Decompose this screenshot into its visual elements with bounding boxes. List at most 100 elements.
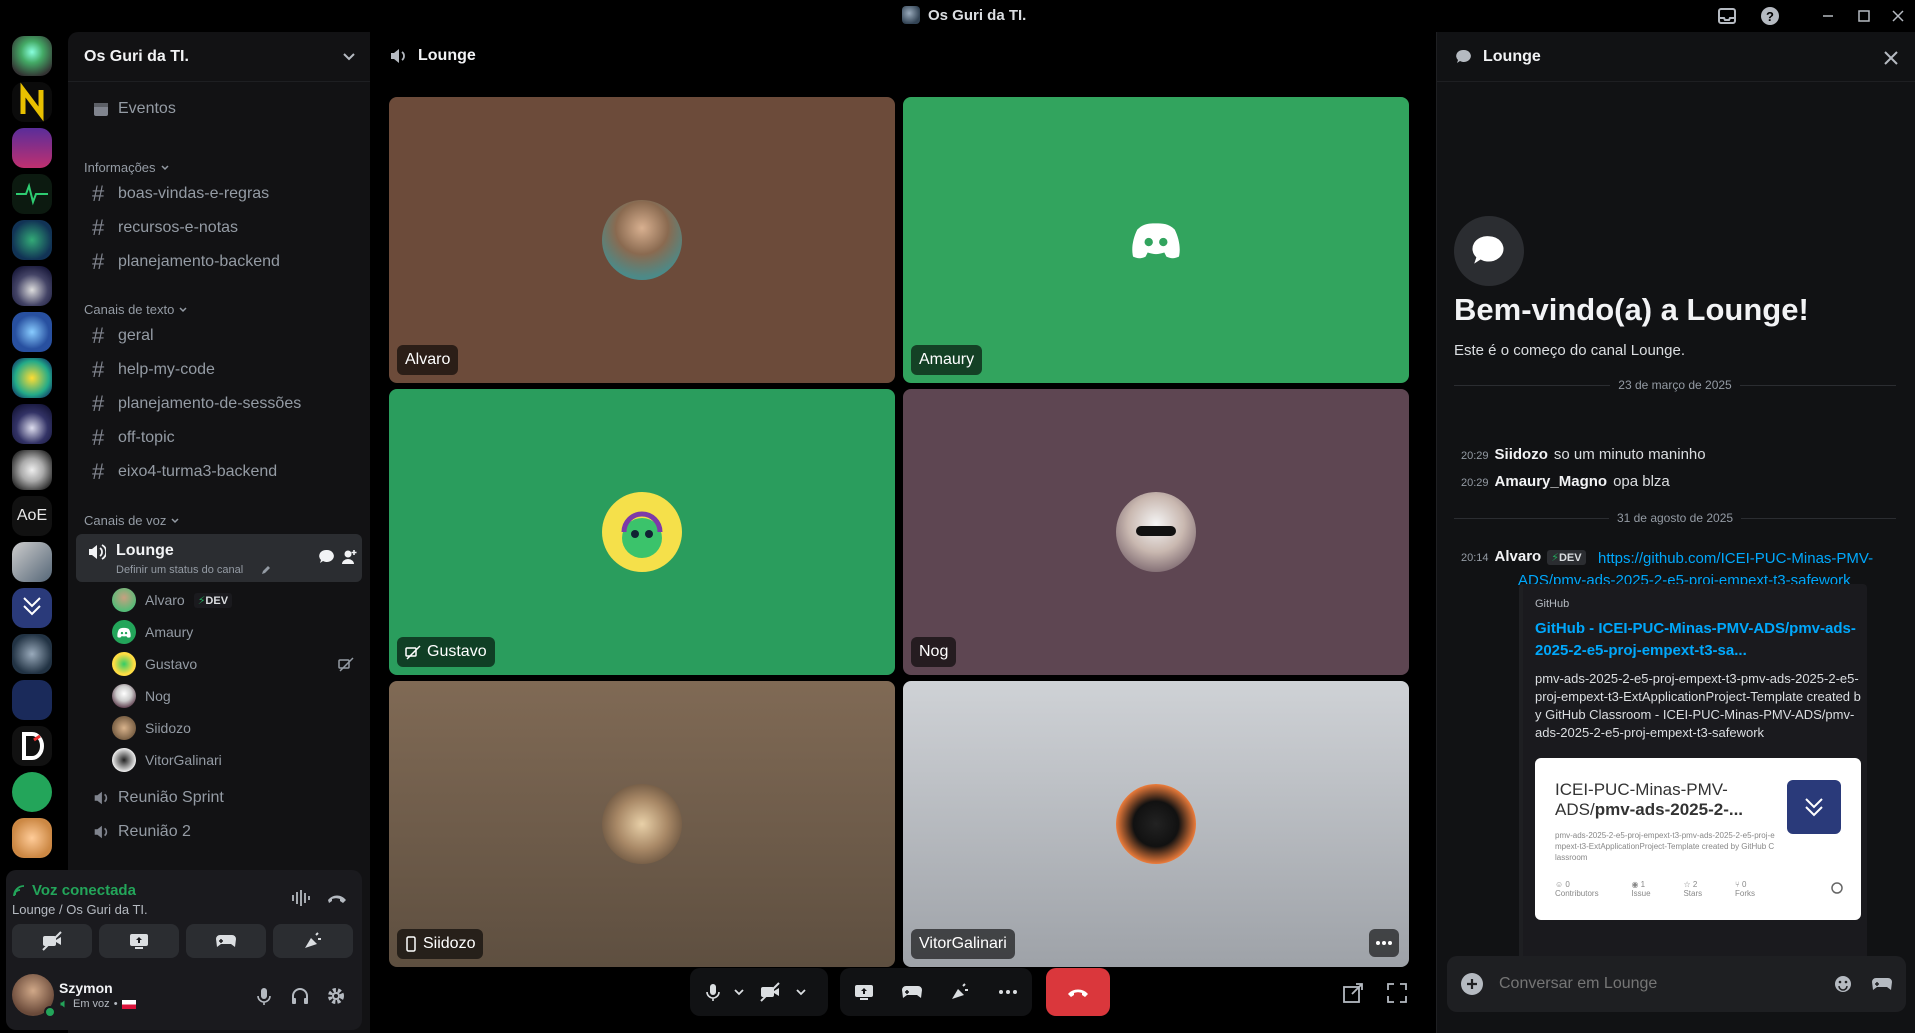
message-author[interactable]: Siidozo (1495, 446, 1548, 463)
close-icon[interactable] (1883, 50, 1899, 66)
events-item[interactable]: Eventos (76, 93, 362, 125)
speaker-icon (60, 1000, 65, 1008)
close-window-icon[interactable] (1888, 6, 1908, 26)
hash-icon: # (92, 181, 105, 206)
channel-text-5[interactable]: # eixo4-turma3-backend (76, 456, 362, 488)
server-icon-7[interactable] (12, 312, 52, 352)
date-divider: 23 de março de 2025 (1454, 378, 1896, 392)
server-icon-puc[interactable] (12, 588, 52, 628)
embed-title[interactable]: GitHub - ICEI-PUC-Minas-PMV-ADS/pmv-ads-… (1535, 618, 1861, 662)
server-icon-6[interactable] (12, 266, 52, 306)
participant-tile-alvaro[interactable]: Alvaro (389, 97, 895, 383)
chat-header-title: Lounge (1483, 47, 1541, 65)
fullscreen-icon[interactable] (1386, 982, 1408, 1004)
calendar-icon (94, 103, 108, 116)
activities-button[interactable] (186, 924, 266, 958)
message-author[interactable]: Amaury_Magno (1495, 473, 1608, 490)
voice-member[interactable]: Alvaro ⚡DEV (112, 586, 352, 614)
minimize-icon[interactable] (1818, 6, 1838, 26)
voice-channel-sprint[interactable]: Reunião Sprint (76, 782, 362, 814)
participant-avatar (1116, 200, 1196, 280)
gamepad-icon[interactable] (1871, 975, 1893, 993)
pencil-icon[interactable] (260, 564, 272, 576)
soundboard-control[interactable] (936, 968, 984, 1016)
server-icon-8[interactable] (12, 358, 52, 398)
emoji-icon[interactable] (1833, 974, 1853, 994)
guild-header[interactable]: Os Guri da TI. (68, 32, 370, 82)
activities-control[interactable] (888, 968, 936, 1016)
maximize-icon[interactable] (1854, 6, 1874, 26)
add-user-icon[interactable] (340, 548, 358, 566)
server-icon-pulse[interactable] (12, 174, 52, 214)
add-attachment-button[interactable] (1461, 973, 1483, 995)
gear-icon[interactable] (326, 986, 346, 1006)
channel-text-1[interactable]: # geral (76, 320, 362, 352)
participant-tile-siidozo[interactable]: Siidozo (389, 681, 895, 967)
more-actions-control[interactable] (984, 968, 1032, 1016)
participant-tile-amaury[interactable]: Amaury (903, 97, 1409, 383)
channel-info-2[interactable]: # recursos-e-notas (76, 212, 362, 244)
member-avatar (112, 652, 136, 676)
voice-member[interactable]: Amaury (112, 618, 352, 646)
embed-image-card[interactable]: ICEI-PUC-Minas-PMV-ADS/pmv-ads-2025-2-..… (1535, 758, 1861, 920)
headphones-icon[interactable] (290, 986, 310, 1006)
pop-out-icon[interactable] (1342, 982, 1364, 1004)
chat-message: 20:29 Siidozo so um minuto maninho (1461, 446, 1706, 463)
participant-tile-vitorgalinari[interactable]: VitorGalinari (903, 681, 1409, 967)
server-icon-n[interactable] (12, 82, 52, 122)
server-icon-d[interactable] (12, 726, 52, 766)
server-icon-dnd[interactable] (12, 128, 52, 168)
category-info[interactable]: Informações (84, 160, 170, 175)
voice-member[interactable]: Siidozo (112, 714, 352, 742)
help-icon[interactable]: ? (1760, 6, 1780, 26)
stage-header: Lounge (388, 46, 476, 66)
voice-channel-lounge[interactable]: Lounge Definir um status do canal (76, 534, 362, 582)
mute-button[interactable] (698, 968, 728, 1016)
disconnect-icon[interactable] (326, 890, 348, 906)
channel-info-1[interactable]: # boas-vindas-e-regras (76, 178, 362, 210)
server-icon-17[interactable] (12, 772, 52, 812)
server-icon-5[interactable] (12, 220, 52, 260)
stat-label: Contributors (1555, 889, 1599, 898)
channel-text-4[interactable]: # off-topic (76, 422, 362, 454)
voice-member[interactable]: VitorGalinari (112, 746, 352, 774)
voice-member[interactable]: Gustavo (112, 650, 354, 678)
server-icon-12[interactable] (12, 542, 52, 582)
camera-button[interactable] (750, 968, 790, 1016)
participant-tile-nog[interactable]: Nog (903, 389, 1409, 675)
voice-member[interactable]: Nog (112, 682, 352, 710)
member-name: VitorGalinari (145, 752, 222, 768)
server-icon-1[interactable] (12, 36, 52, 76)
channel-text-3[interactable]: # planejamento-de-sessões (76, 388, 362, 420)
username[interactable]: Szymon (59, 980, 113, 996)
chat-input[interactable] (1499, 970, 1799, 998)
chat-bubble-icon[interactable] (318, 548, 336, 566)
channel-text-2[interactable]: # help-my-code (76, 354, 362, 386)
server-icon-9[interactable] (12, 404, 52, 444)
category-voice[interactable]: Canais de voz (84, 513, 180, 528)
screen-share-control[interactable] (840, 968, 888, 1016)
noise-suppression-icon[interactable] (290, 888, 310, 908)
channel-info-3[interactable]: # planejamento-backend (76, 246, 362, 278)
camera-off-button[interactable] (12, 924, 92, 958)
inbox-icon[interactable] (1717, 6, 1737, 26)
more-options-button[interactable] (1369, 929, 1399, 957)
server-icon-10[interactable] (12, 450, 52, 490)
soundboard-button[interactable] (273, 924, 353, 958)
screen-share-button[interactable] (99, 924, 179, 958)
microphone-icon[interactable] (256, 986, 272, 1006)
screen-share-icon (130, 934, 148, 949)
server-icon-18[interactable] (12, 818, 52, 858)
camera-options-button[interactable] (790, 968, 812, 1016)
mic-options-button[interactable] (728, 968, 750, 1016)
voice-channel-reuniao-2[interactable]: Reunião 2 (76, 816, 362, 848)
channel-status-prompt[interactable]: Definir um status do canal (116, 564, 243, 576)
hash-icon: # (92, 323, 105, 348)
server-icon-aoe[interactable]: AoE (12, 496, 52, 536)
hang-up-button[interactable] (1046, 968, 1110, 1016)
voice-location[interactable]: Lounge / Os Guri da TI. (12, 902, 148, 917)
server-icon-15[interactable] (12, 680, 52, 720)
server-icon-14[interactable] (12, 634, 52, 674)
category-text[interactable]: Canais de texto (84, 302, 188, 317)
participant-tile-gustavo[interactable]: Gustavo (389, 389, 895, 675)
